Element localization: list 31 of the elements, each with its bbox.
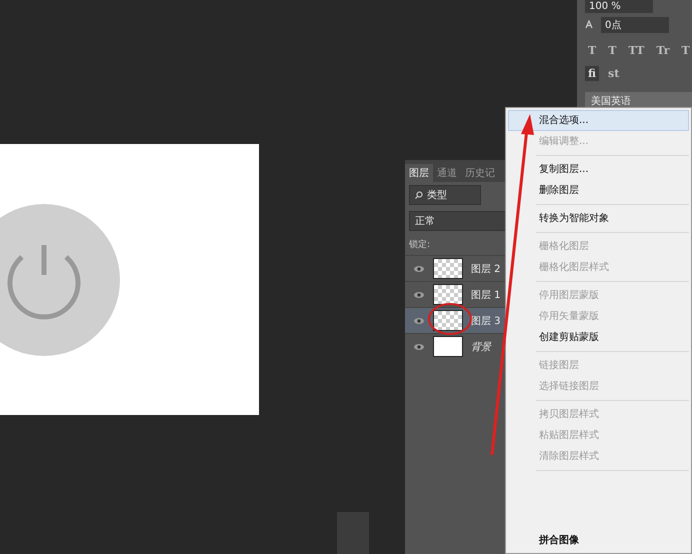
text-style-button[interactable]: T: [678, 43, 692, 58]
layer-name: 图层 1: [471, 288, 501, 302]
highlight-ellipse: [427, 302, 473, 336]
layer-name: 背景: [471, 340, 491, 354]
eye-icon[interactable]: [413, 342, 425, 350]
eye-icon[interactable]: [413, 316, 425, 324]
menu-item[interactable]: 复制图层...: [508, 159, 689, 180]
text-style-button[interactable]: T: [585, 43, 600, 58]
text-style-button[interactable]: TT: [625, 43, 648, 58]
text-style-button[interactable]: T: [605, 43, 620, 58]
menu-item[interactable]: 拼合图像: [508, 530, 689, 551]
menu-item[interactable]: 删除图层: [508, 180, 689, 201]
tracking-field[interactable]: 0点: [601, 17, 669, 33]
layer-name: 图层 2: [471, 262, 501, 276]
layer-name: 图层 3: [471, 314, 501, 328]
panel-tab[interactable]: 图层: [405, 164, 433, 182]
size-field[interactable]: 100 %: [585, 0, 653, 13]
opentype-button[interactable]: st: [605, 66, 622, 81]
lock-label: 锁定:: [409, 238, 430, 251]
eye-icon[interactable]: [413, 264, 425, 272]
tracking-icon: [585, 20, 595, 30]
panel-tab[interactable]: 通道: [433, 164, 461, 182]
menu-item[interactable]: 混合选项...: [508, 110, 689, 131]
menu-item[interactable]: 转换为智能对象: [508, 208, 689, 229]
filter-select[interactable]: 类型: [409, 185, 481, 205]
panel-tab[interactable]: 历史记: [461, 164, 499, 182]
eye-icon[interactable]: [413, 290, 425, 298]
filter-label: 类型: [427, 188, 447, 202]
text-style-button[interactable]: Tr: [653, 43, 673, 58]
search-icon: [415, 191, 423, 199]
opentype-button[interactable]: fi: [585, 66, 599, 81]
